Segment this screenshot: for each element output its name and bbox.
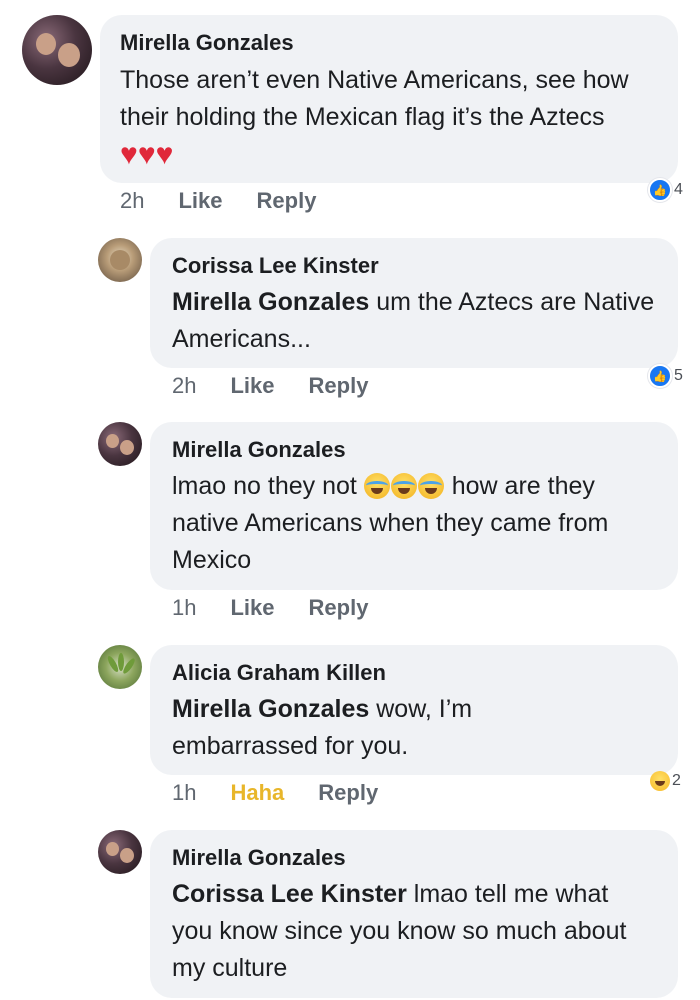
- comment-actions: 2h Like Reply: [172, 373, 368, 399]
- comment-body: Those aren’t even Native Americans, see …: [120, 66, 629, 131]
- comment-body: lmao no they not: [172, 472, 357, 500]
- red-heart-icon: ♥: [155, 138, 174, 171]
- avatar[interactable]: [98, 238, 142, 282]
- comment-author[interactable]: Mirella Gonzales: [172, 437, 346, 463]
- comment-time[interactable]: 2h: [172, 373, 196, 399]
- reply-button[interactable]: Reply: [309, 595, 369, 621]
- mention-tag[interactable]: Mirella Gonzales: [172, 695, 369, 723]
- crying-laughing-icon: [363, 473, 390, 499]
- mention-tag[interactable]: Corissa Lee Kinster: [172, 880, 407, 908]
- comment-time[interactable]: 2h: [120, 188, 144, 214]
- thumbs-up-icon: 👍: [648, 364, 672, 388]
- like-button[interactable]: Like: [230, 595, 274, 621]
- haha-icon: [650, 771, 670, 791]
- comment-actions: 1h Haha Reply: [172, 780, 378, 806]
- comment-time[interactable]: 1h: [172, 595, 196, 621]
- comment-time[interactable]: 1h: [172, 780, 196, 806]
- comment-author[interactable]: Mirella Gonzales: [120, 30, 294, 56]
- comment-text: Those aren’t even Native Americans, see …: [120, 62, 660, 173]
- haha-button[interactable]: Haha: [230, 780, 284, 806]
- comment-author[interactable]: Alicia Graham Killen: [172, 660, 386, 686]
- crying-laughing-icon: [390, 473, 417, 499]
- red-heart-icon: ♥: [137, 138, 156, 171]
- thumbs-up-icon: 👍: [648, 178, 672, 202]
- reaction-count: 2: [672, 772, 681, 789]
- avatar[interactable]: [98, 422, 142, 466]
- reply-button[interactable]: Reply: [318, 780, 378, 806]
- reaction-count: 5: [674, 367, 683, 384]
- avatar[interactable]: [98, 830, 142, 874]
- avatar[interactable]: [22, 15, 92, 85]
- reaction-summary[interactable]: 👍 5: [648, 364, 683, 388]
- comment-author[interactable]: Corissa Lee Kinster: [172, 253, 379, 279]
- red-heart-icon: ♥: [120, 138, 138, 171]
- comment-text: Mirella Gonzales wow, I’m embarrassed fo…: [172, 691, 602, 765]
- comment-actions: 1h Like Reply: [172, 595, 368, 621]
- comment-actions: 2h Like Reply: [120, 188, 316, 214]
- reply-button[interactable]: Reply: [257, 188, 317, 214]
- crying-laughing-icon: [417, 473, 444, 499]
- reaction-count: 4: [674, 181, 683, 198]
- reply-button[interactable]: Reply: [309, 373, 369, 399]
- comment-text: lmao no they not how are they native Ame…: [172, 468, 662, 579]
- like-button[interactable]: Like: [178, 188, 222, 214]
- comment-author[interactable]: Mirella Gonzales: [172, 845, 346, 871]
- reaction-summary[interactable]: 👍 4: [648, 178, 683, 202]
- avatar[interactable]: [98, 645, 142, 689]
- reaction-summary[interactable]: 2: [650, 771, 681, 791]
- like-button[interactable]: Like: [230, 373, 274, 399]
- comment-text: Mirella Gonzales um the Aztecs are Nativ…: [172, 284, 662, 358]
- mention-tag[interactable]: Mirella Gonzales: [172, 288, 369, 316]
- comment-thread: Mirella Gonzales Those aren’t even Nativ…: [0, 0, 700, 1000]
- comment-text: Corissa Lee Kinster lmao tell me what yo…: [172, 876, 652, 987]
